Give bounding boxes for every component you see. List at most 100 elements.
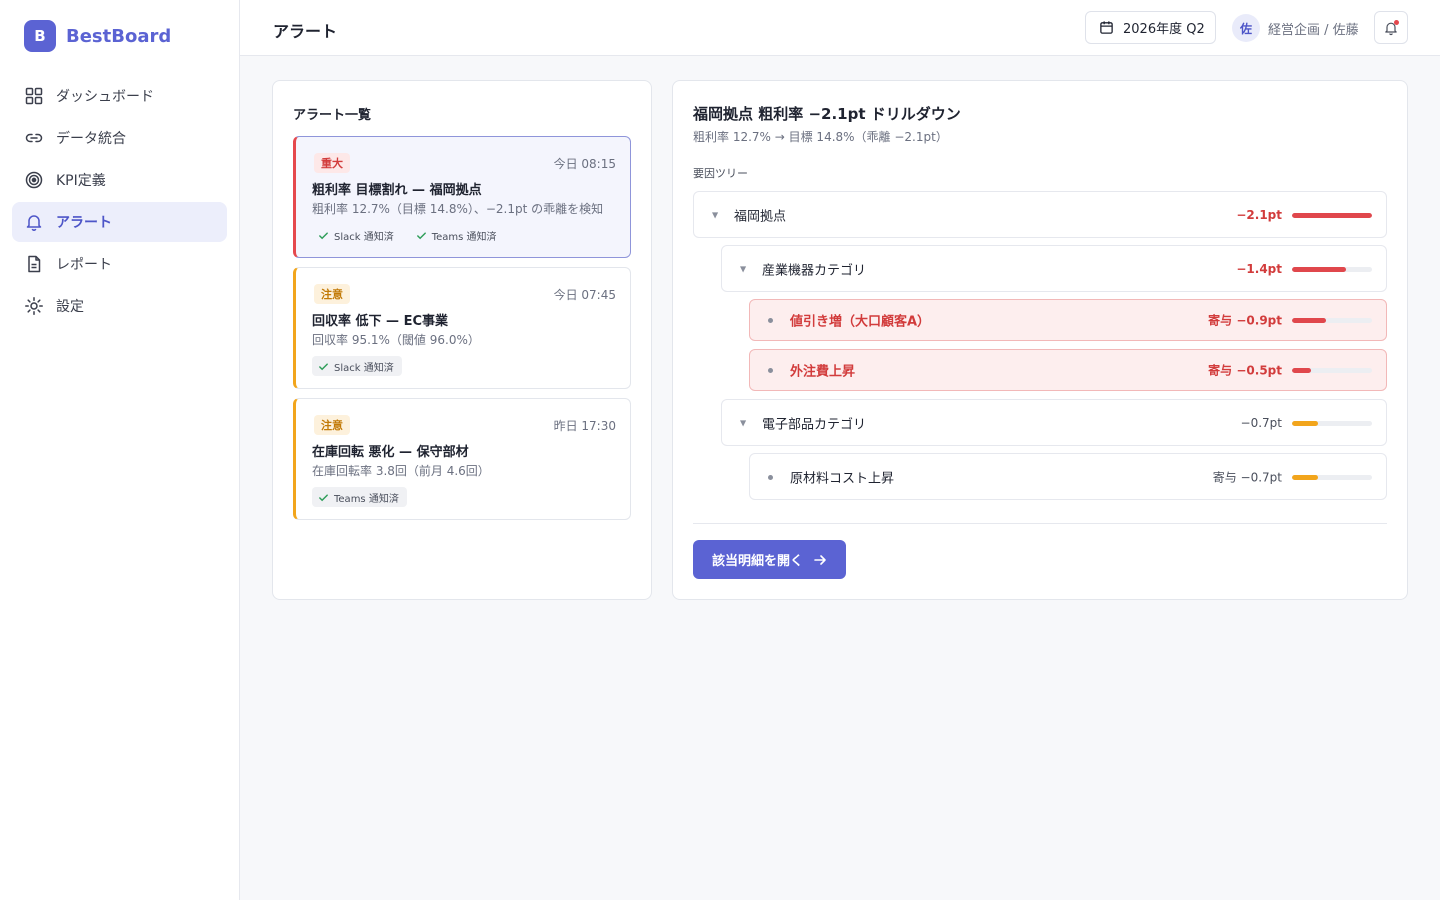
impact-bar-fill xyxy=(1292,318,1327,323)
severity-badge: 注意 xyxy=(314,415,350,435)
alert-card[interactable]: 注意 今日 07:45 回収率 低下 — EC事業 回収率 95.1%（閾値 9… xyxy=(293,267,631,389)
calendar-icon xyxy=(1100,21,1113,34)
sidebar-item-label: データ統合 xyxy=(56,131,126,147)
link-icon xyxy=(24,128,44,148)
alert-card[interactable]: 重大 今日 08:15 粗利率 目標割れ — 福岡拠点 粗利率 12.7%（目標… xyxy=(293,136,631,258)
impact-bar xyxy=(1292,212,1372,218)
user-menu[interactable]: 佐 経営企画 / 佐藤 xyxy=(1232,14,1359,42)
bullet-icon xyxy=(768,318,773,323)
tree-leaf[interactable]: 値引き増（大口顧客A） 寄与 −0.9pt xyxy=(749,299,1387,341)
sidebar-nav: ダッシュボード データ統合 KPI定義 アラート レポート 設定 xyxy=(12,76,227,328)
drilldown-subtitle: 粗利率 12.7% → 目標 14.8%（乖離 −2.1pt） xyxy=(693,130,948,144)
alert-time: 今日 08:15 xyxy=(553,157,616,171)
target-icon xyxy=(24,170,44,190)
tree-node-value: −1.4pt xyxy=(1236,261,1282,276)
brand-name: BestBoard xyxy=(66,25,172,47)
period-label: 2026年度 Q2 xyxy=(1123,22,1205,37)
sidebar-item-reports[interactable]: レポート xyxy=(12,244,227,284)
open-details-button[interactable]: 該当明細を開く xyxy=(693,540,846,579)
alert-description: 回収率 95.1%（閾値 96.0%） xyxy=(312,333,480,347)
sidebar: B BestBoard ダッシュボード データ統合 KPI定義 アラート レポー… xyxy=(0,0,240,900)
user-name: 経営企画 / 佐藤 xyxy=(1268,22,1359,38)
tree-node-value: 寄与 −0.7pt xyxy=(1212,470,1282,484)
sidebar-item-dashboard[interactable]: ダッシュボード xyxy=(12,76,227,116)
tree-node-name: 福岡拠点 xyxy=(734,209,787,224)
top-bar: アラート 2026年度 Q2 佐 経営企画 / 佐藤 xyxy=(240,0,1440,56)
impact-bar xyxy=(1292,318,1372,323)
tree-node-name: 外注費上昇 xyxy=(790,364,856,380)
tree-node[interactable]: ▼ 福岡拠点 −2.1pt xyxy=(693,191,1387,238)
tree-node[interactable]: ▼ 電子部品カテゴリ −0.7pt xyxy=(721,399,1387,446)
divider xyxy=(693,523,1387,524)
tree-leaf[interactable]: 原材料コスト上昇 寄与 −0.7pt xyxy=(749,453,1387,500)
alert-card[interactable]: 注意 昨日 17:30 在庫回転 悪化 — 保守部材 在庫回転率 3.8回（前月… xyxy=(293,398,631,520)
impact-bar-fill xyxy=(1292,368,1312,373)
notify-tag: Teams 通知済 xyxy=(312,487,407,507)
tree-node-name: 原材料コスト上昇 xyxy=(790,471,895,486)
tree-node-value: −0.7pt xyxy=(1240,415,1282,430)
caret-down-icon[interactable]: ▼ xyxy=(740,264,746,273)
impact-bar-fill xyxy=(1292,266,1346,272)
caret-down-icon[interactable]: ▼ xyxy=(740,418,746,427)
sidebar-item-label: アラート xyxy=(56,215,112,231)
alert-title: 在庫回転 悪化 — 保守部材 xyxy=(312,445,469,460)
impact-bar xyxy=(1292,420,1372,426)
alert-list-heading: アラート一覧 xyxy=(293,108,372,123)
notify-status-row: Slack 通知済 xyxy=(312,356,410,376)
notify-label: Teams 通知済 xyxy=(334,493,399,505)
gear-icon xyxy=(24,296,44,316)
sidebar-item-alerts[interactable]: アラート xyxy=(12,202,227,242)
sidebar-item-label: KPI定義 xyxy=(56,173,106,189)
tree-node-name: 値引き増（大口顧客A） xyxy=(790,314,931,330)
check-icon xyxy=(319,362,328,370)
bullet-icon xyxy=(768,474,773,480)
impact-bar-fill xyxy=(1292,474,1319,480)
tree-node[interactable]: ▼ 産業機器カテゴリ −1.4pt xyxy=(721,245,1387,292)
check-icon xyxy=(319,231,328,239)
notify-tag: Teams 通知済 xyxy=(410,225,505,245)
grid-icon xyxy=(24,86,44,106)
tree-node-value: 寄与 −0.5pt xyxy=(1208,363,1282,378)
notify-label: Slack 通知済 xyxy=(334,362,394,374)
impact-bar-fill xyxy=(1292,420,1319,426)
drilldown-title: 福岡拠点 粗利率 −2.1pt ドリルダウン xyxy=(693,105,961,123)
impact-bar xyxy=(1292,368,1372,373)
period-selector[interactable]: 2026年度 Q2 xyxy=(1085,11,1216,44)
open-details-label: 該当明細を開く xyxy=(711,554,803,569)
alert-list-panel: アラート一覧 重大 今日 08:15 粗利率 目標割れ — 福岡拠点 粗利率 1… xyxy=(272,80,652,600)
notification-dot xyxy=(1394,20,1399,25)
tree-node-name: 産業機器カテゴリ xyxy=(762,263,867,278)
sidebar-item-settings[interactable]: 設定 xyxy=(12,286,227,326)
check-icon xyxy=(416,231,426,239)
tree-node-value: 寄与 −0.9pt xyxy=(1208,313,1282,328)
sidebar-item-label: ダッシュボード xyxy=(56,89,154,105)
notify-label: Slack 通知済 xyxy=(334,231,394,243)
check-icon xyxy=(319,493,328,501)
notify-tag: Slack 通知済 xyxy=(312,356,402,376)
alert-description: 在庫回転率 3.8回（前月 4.6回） xyxy=(312,464,490,478)
sidebar-item-kpi[interactable]: KPI定義 xyxy=(12,160,227,200)
sidebar-item-label: レポート xyxy=(56,257,112,273)
document-icon xyxy=(24,254,44,274)
impact-bar xyxy=(1292,474,1372,480)
caret-down-icon[interactable]: ▼ xyxy=(712,210,718,219)
bullet-icon xyxy=(768,368,773,373)
alert-time: 今日 07:45 xyxy=(553,288,616,302)
alert-title: 回収率 低下 — EC事業 xyxy=(312,314,448,329)
alert-description: 粗利率 12.7%（目標 14.8%）、−2.1pt の乖離を検知 xyxy=(312,202,604,216)
factor-tree-label: 要因ツリー xyxy=(693,167,748,180)
impact-bar-fill xyxy=(1292,212,1372,218)
page-title: アラート xyxy=(273,22,338,41)
impact-bar xyxy=(1292,266,1372,272)
tree-node-name: 電子部品カテゴリ xyxy=(762,417,867,432)
tree-leaf[interactable]: 外注費上昇 寄与 −0.5pt xyxy=(749,349,1387,391)
sidebar-item-label: 設定 xyxy=(56,299,84,315)
brand-logo[interactable]: B BestBoard xyxy=(24,20,171,52)
bell-icon xyxy=(24,212,44,232)
alert-time: 昨日 17:30 xyxy=(553,419,616,433)
brand-mark: B xyxy=(24,20,56,52)
alert-title: 粗利率 目標割れ — 福岡拠点 xyxy=(312,183,482,198)
sidebar-item-data-integration[interactable]: データ統合 xyxy=(12,118,227,158)
notifications-button[interactable] xyxy=(1374,11,1408,44)
notify-status-row: Teams 通知済 xyxy=(312,487,415,507)
